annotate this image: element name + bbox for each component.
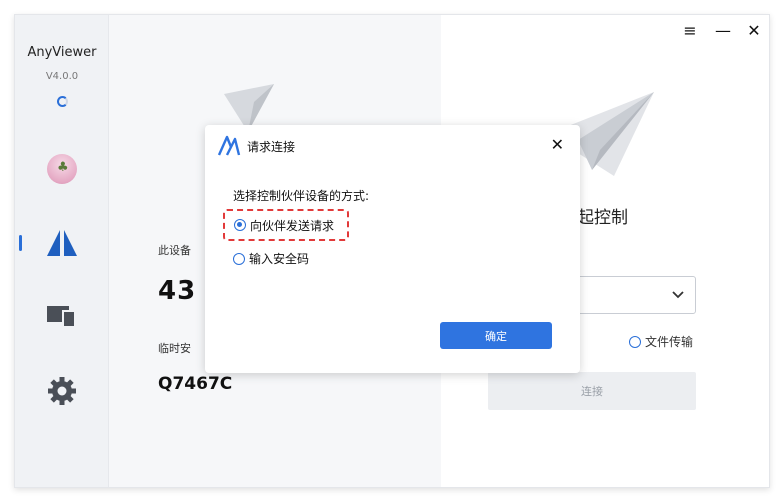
gear-icon	[48, 377, 76, 405]
menu-icon[interactable]: ≡	[683, 21, 697, 40]
connect-button[interactable]: 连接	[488, 372, 696, 410]
dialog-title: 请求连接	[247, 140, 296, 154]
option-send-request-label: 向伙伴发送请求	[250, 218, 335, 233]
radio-unchecked-icon	[629, 335, 641, 348]
radio-checked-icon	[234, 219, 246, 231]
ok-button[interactable]: 确定	[440, 322, 552, 349]
anyviewer-logo-icon	[217, 135, 241, 156]
device-id-value: 43	[158, 276, 197, 306]
tree-icon: ♣	[57, 160, 69, 175]
file-transfer-radio[interactable]: 文件传输	[629, 333, 693, 350]
request-connection-dialog: 请求连接 ✕ 选择控制伙伴设备的方式: 向伙伴发送请求 输入安全码 确定	[205, 125, 580, 373]
dialog-prompt: 选择控制伙伴设备的方式:	[233, 189, 370, 203]
temp-code-value: Q7467C	[158, 374, 233, 394]
sidebar-item-remote-control[interactable]	[42, 223, 82, 263]
file-transfer-label: 文件传输	[645, 335, 694, 349]
anyviewer-logo-icon	[47, 230, 77, 256]
app-title: AnyViewer	[27, 45, 97, 60]
option-send-request[interactable]: 向伙伴发送请求	[223, 209, 349, 241]
minimize-icon[interactable]: —	[715, 21, 731, 40]
option-security-code[interactable]: 输入安全码	[233, 250, 309, 267]
active-nav-marker	[19, 235, 22, 251]
temp-code-label: 临时安	[158, 342, 191, 355]
option-security-code-label: 输入安全码	[249, 252, 310, 266]
devices-icon	[47, 306, 76, 328]
sidebar: AnyViewer V4.0.0 ♣	[15, 15, 109, 487]
close-icon[interactable]: ✕	[551, 135, 564, 154]
window-controls: ≡ — ✕	[683, 21, 761, 40]
device-id-label: 此设备	[158, 244, 191, 257]
sidebar-item-devices[interactable]	[42, 296, 82, 336]
close-icon[interactable]: ✕	[747, 21, 761, 40]
app-version: V4.0.0	[45, 71, 79, 82]
chevron-down-icon[interactable]	[671, 287, 685, 301]
connection-status-icon	[57, 96, 68, 107]
radio-unchecked-icon	[233, 252, 245, 265]
avatar[interactable]: ♣	[47, 154, 77, 184]
sidebar-item-settings[interactable]	[42, 371, 82, 411]
